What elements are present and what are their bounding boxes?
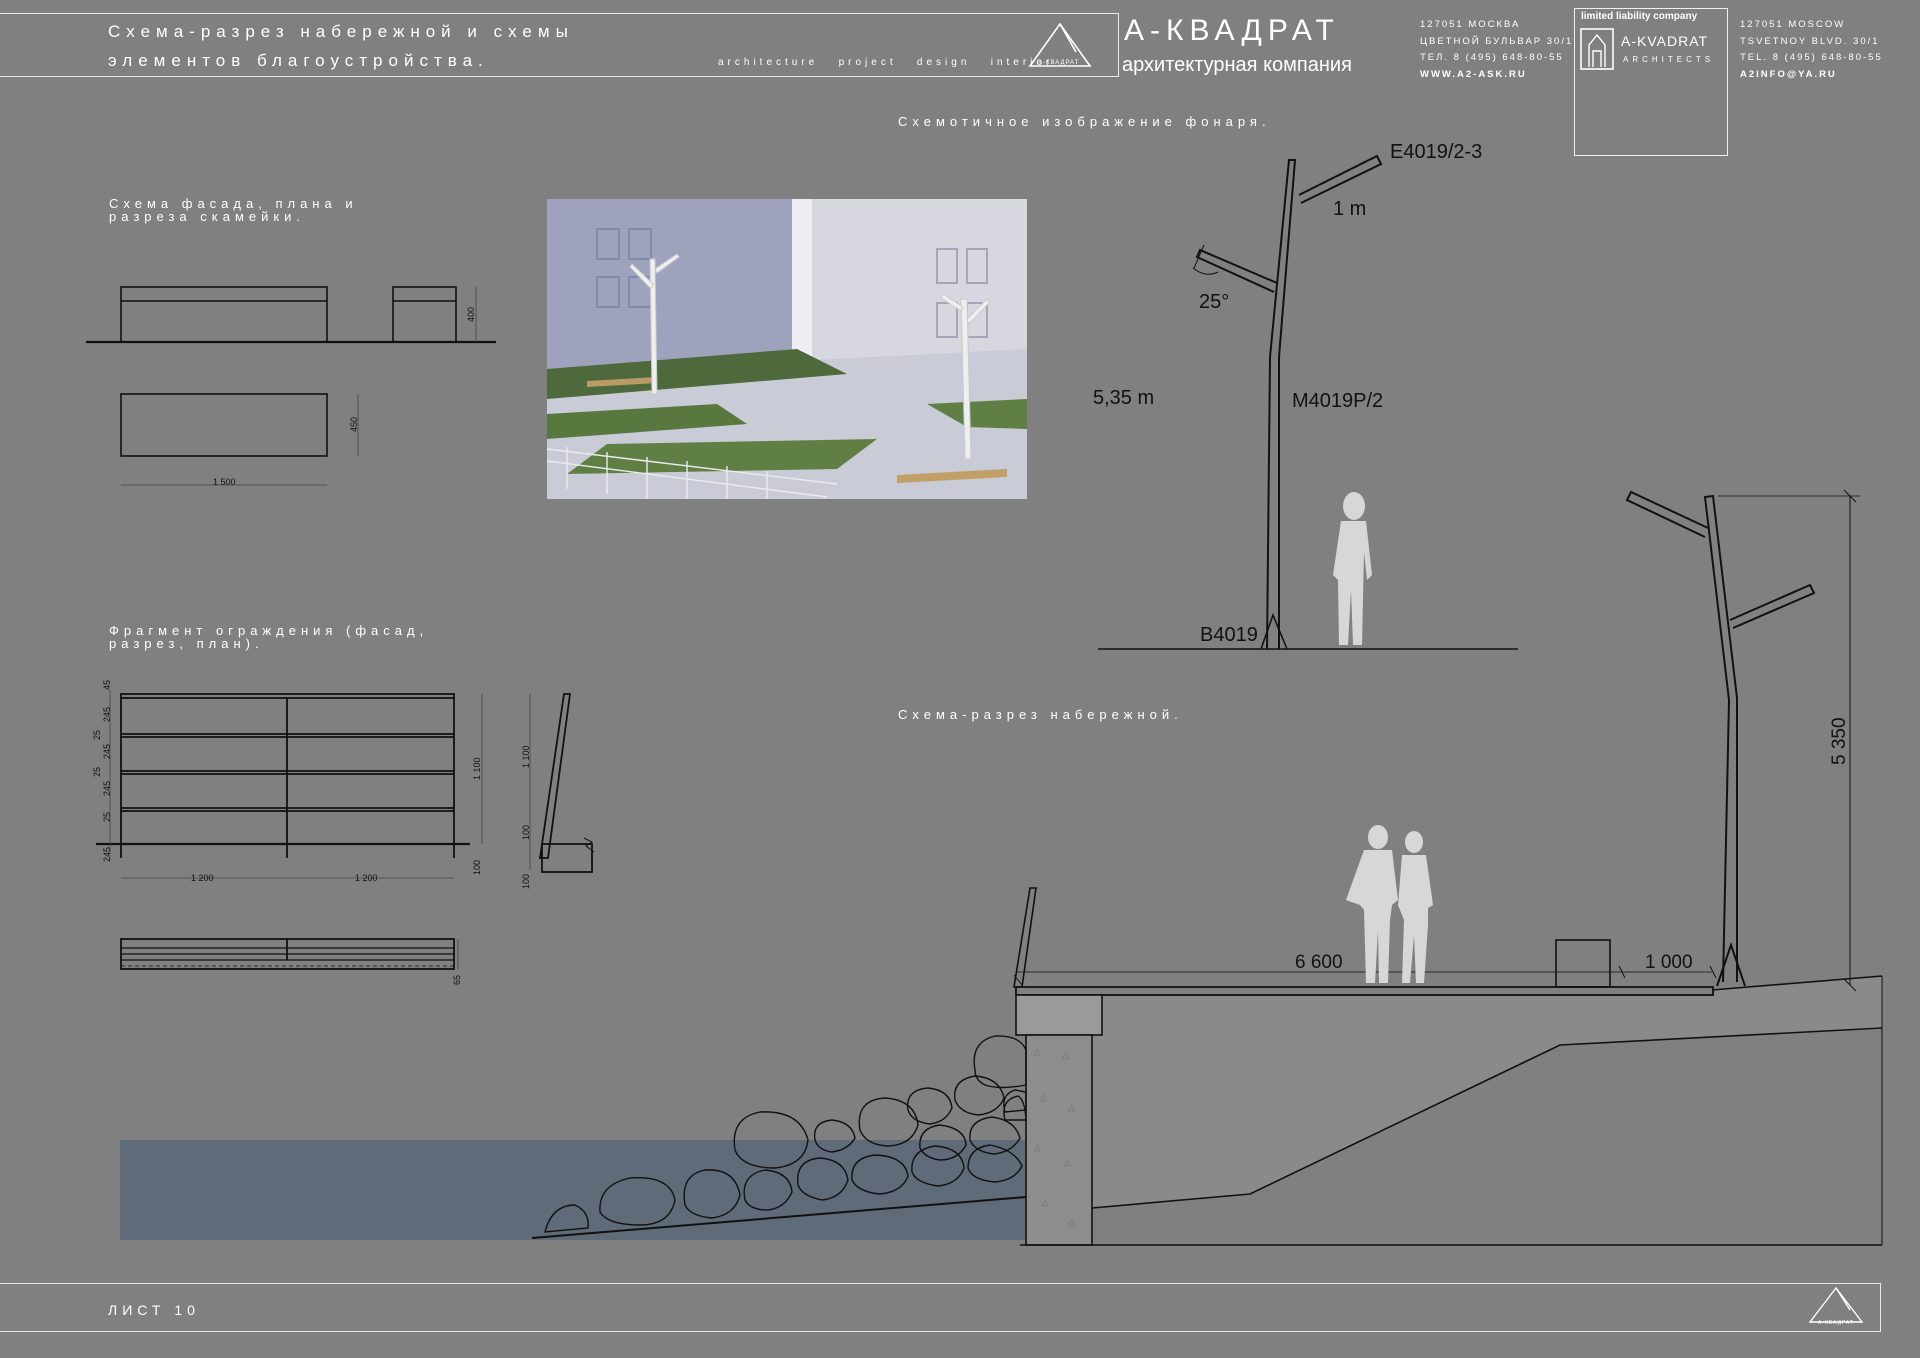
fence-dim-25-a: 25 (92, 730, 102, 740)
svg-text:△: △ (1068, 1102, 1075, 1112)
bench-length-label: 1 500 (213, 477, 236, 487)
fence-dim-245-a: 245 (102, 707, 112, 722)
fence-dim-245-c: 245 (102, 781, 112, 796)
lamp-offset-label: 1 000 (1645, 952, 1693, 973)
bench-height-label: 400 (466, 307, 476, 322)
fence-dim-25-b: 25 (92, 767, 102, 777)
svg-text:△: △ (1042, 1197, 1049, 1207)
embankment-section: △ △ △ △ △ △ △ △ (120, 489, 1883, 1246)
lamp-top-model: E4019/2-3 (1390, 141, 1482, 163)
lamp-height: 5,35 m (1093, 387, 1154, 409)
fence-dim-245-d: 245 (102, 847, 112, 862)
svg-text:△: △ (1062, 1050, 1069, 1060)
person-silhouette-single (1333, 492, 1372, 645)
svg-text:△: △ (1068, 1217, 1075, 1227)
fence-plan-depth-label: 65 (452, 975, 462, 985)
fence-span-2-label: 1 200 (355, 873, 378, 883)
lamp-labels: E4019/2-3 1 m 25° 5,35 m M4019P/2 B4019 (1093, 141, 1482, 646)
svg-text:△: △ (1040, 1092, 1047, 1102)
lamp-arm-length: 1 m (1333, 198, 1366, 220)
svg-text:△: △ (1034, 1142, 1041, 1152)
svg-text:△: △ (1064, 1157, 1071, 1167)
fence-section-height-label: 1 100 (521, 745, 531, 768)
bench-depth-label: 450 (349, 417, 359, 432)
lamp-height-dimension-label: 5 350 (1829, 717, 1850, 765)
fence-dim-25-c: 25 (102, 812, 112, 822)
footer-frame (0, 1283, 1881, 1332)
footer-logo-caption: А-КВАДРАТ (1818, 1320, 1854, 1326)
technical-drawing: 400 450 1 500 45 245 25 245 25 245 25 24… (86, 141, 1883, 1246)
fence-bottom-label: 100 (472, 860, 482, 875)
fence-span-1-label: 1 200 (191, 873, 214, 883)
fence-dim-45: 45 (102, 680, 112, 690)
lamp-angle: 25° (1199, 291, 1229, 313)
fence-height-label: 1 100 (472, 757, 482, 780)
fence-section-100b-label: 100 (521, 874, 531, 889)
fence-dim-245-b: 245 (102, 744, 112, 759)
bench-drawing (86, 286, 496, 486)
couple-silhouette (1346, 825, 1433, 983)
lamp-pole-model: M4019P/2 (1292, 390, 1383, 412)
sheet-number: ЛИСТ 10 (108, 1302, 200, 1318)
svg-text:△: △ (1034, 1047, 1041, 1057)
fence-drawing (96, 690, 595, 970)
walkway-width-label: 6 600 (1295, 952, 1343, 973)
footer-logo: А-КВАДРАТ (1806, 1286, 1866, 1330)
water-body (120, 1140, 1025, 1240)
lamp-base-model: B4019 (1200, 624, 1258, 646)
fence-section-100a-label: 100 (521, 825, 531, 840)
